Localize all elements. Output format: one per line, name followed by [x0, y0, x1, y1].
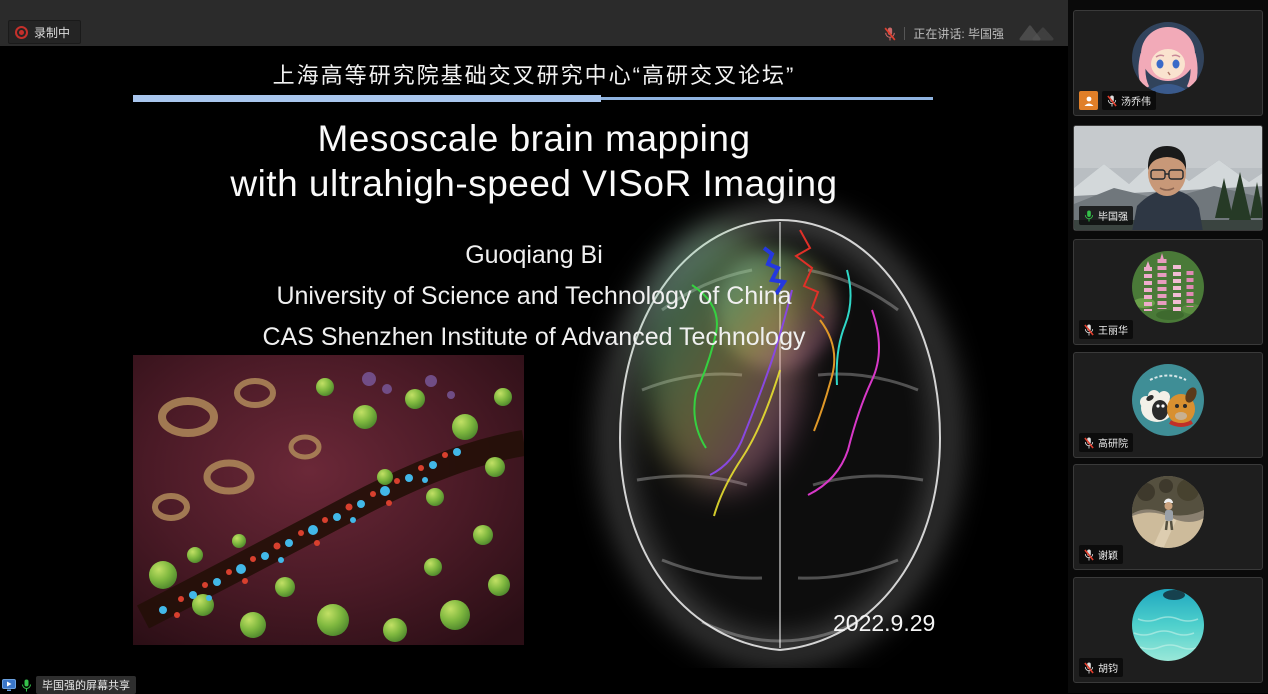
participant-tile[interactable]: 谢颖: [1073, 464, 1263, 570]
recording-indicator[interactable]: 录制中: [8, 20, 81, 44]
participant-tile[interactable]: 毕国强: [1073, 125, 1263, 231]
participant-name: 王丽华: [1098, 322, 1128, 337]
participant-nametag: 胡钧: [1079, 658, 1123, 677]
participant-nametag: 王丽华: [1079, 320, 1133, 339]
slide-affiliation-1: University of Science and Technology of …: [0, 282, 1068, 311]
participant-nametag: 高研院: [1079, 433, 1133, 452]
accent-bar-thick: [133, 95, 601, 102]
participant-nametag: 谢颖: [1079, 545, 1123, 564]
mic-muted-icon: [1107, 95, 1117, 107]
participant-name: 毕国强: [1098, 208, 1128, 223]
avatar-flowers: [1132, 251, 1204, 323]
screen-share-icon: [2, 679, 17, 692]
mic-muted-icon: [1084, 437, 1094, 449]
slide-author: Guoqiang Bi: [0, 241, 1068, 270]
speaking-indicator: 正在讲话: 毕国强: [884, 25, 1004, 42]
presentation-slide: 上海高等研究院基础交叉研究中心“高研交叉论坛” Mesoscale brain …: [0, 46, 1068, 693]
participant-name: 高研院: [1098, 435, 1128, 450]
participants-sidebar[interactable]: 汤乔伟: [1068, 0, 1268, 693]
avatar-anime: [1132, 22, 1204, 94]
slide-affiliation-2: CAS Shenzhen Institute of Advanced Techn…: [0, 323, 1068, 352]
synapse-render-image: [133, 355, 524, 645]
participant-name: 汤乔伟: [1121, 93, 1151, 108]
participant-tile[interactable]: 汤乔伟: [1073, 10, 1263, 116]
slide-title-line2: with ultrahigh-speed VISoR Imaging: [0, 163, 1068, 205]
slide-header: 上海高等研究院基础交叉研究中心“高研交叉论坛”: [0, 58, 1068, 90]
mic-active-icon: [21, 679, 32, 692]
screen-share-view: 录制中 正在讲话: 毕国强: [0, 0, 1068, 693]
participant-name: 谢颖: [1098, 547, 1118, 562]
participant-tile[interactable]: 王丽华: [1073, 239, 1263, 345]
screen-share-label: 毕国强的屏幕共享: [36, 676, 136, 694]
speaker-mic-icon: [884, 27, 896, 41]
participant-nametag: 汤乔伟: [1102, 91, 1156, 110]
participant-tile[interactable]: 高研院: [1073, 352, 1263, 458]
speaking-label: 正在讲话: 毕国强: [913, 25, 1004, 42]
meeting-logo-icon: [1018, 23, 1056, 41]
avatar-cartoon: [1132, 364, 1204, 436]
participant-name: 胡钧: [1098, 660, 1118, 675]
host-badge-icon: [1079, 91, 1098, 110]
screen-share-indicator[interactable]: 毕国强的屏幕共享: [2, 676, 136, 694]
mic-muted-icon: [1084, 549, 1094, 561]
mic-muted-icon: [1084, 662, 1094, 674]
accent-bar-thin: [601, 97, 933, 100]
mic-active-icon: [1084, 210, 1094, 222]
slide-date: 2022.9.29: [833, 610, 935, 637]
meeting-window: 录制中 正在讲话: 毕国强: [0, 0, 1268, 693]
participant-tile[interactable]: 胡钧: [1073, 577, 1263, 683]
recording-label: 录制中: [34, 24, 70, 41]
participant-nametag: 毕国强: [1079, 206, 1133, 225]
divider: [904, 27, 905, 40]
slide-title-line1: Mesoscale brain mapping: [0, 118, 1068, 160]
meeting-topbar: 录制中 正在讲话: 毕国强: [0, 0, 1068, 46]
avatar-beach: [1132, 476, 1204, 548]
avatar-sea: [1132, 589, 1204, 661]
mic-muted-icon: [1084, 324, 1094, 336]
record-icon: [15, 26, 28, 39]
